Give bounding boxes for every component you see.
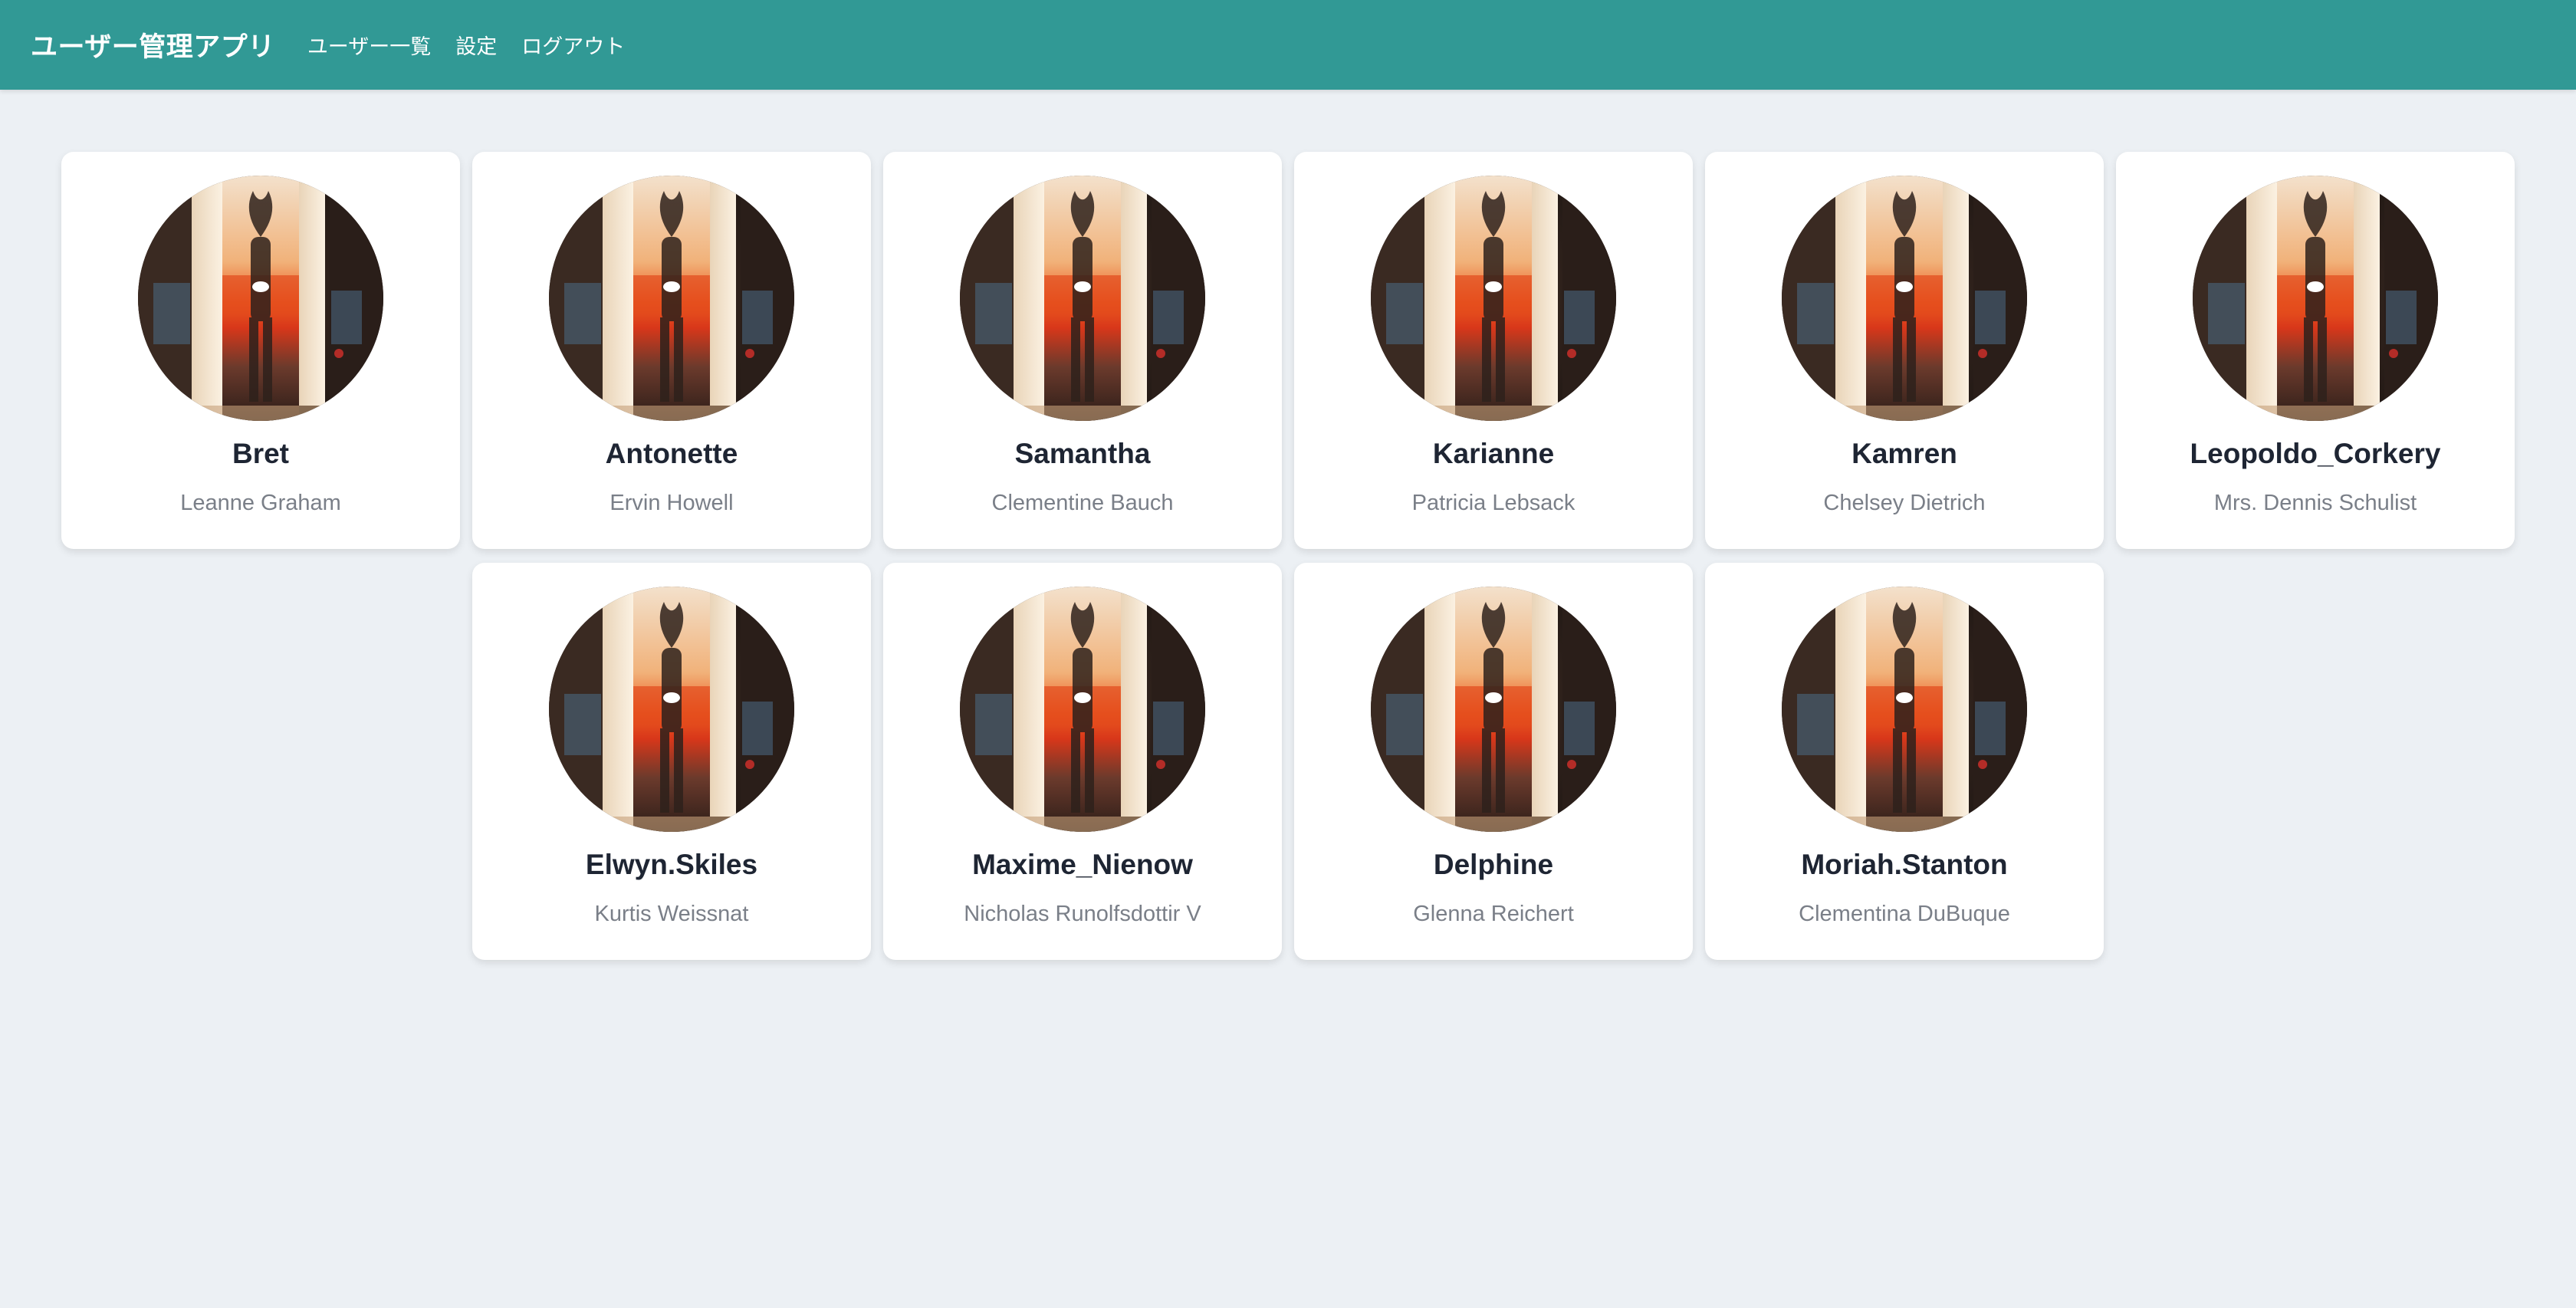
main-nav: ユーザー一覧 設定 ログアウト (307, 30, 649, 60)
user-full-name: Leanne Graham (180, 491, 341, 515)
user-full-name: Nicholas Runolfsdottir V (964, 902, 1201, 926)
nav-user-list[interactable]: ユーザー一覧 (307, 30, 431, 60)
user-full-name: Clementina DuBuque (1799, 902, 2010, 926)
app-title: ユーザー管理アプリ (31, 32, 275, 63)
avatar (1782, 176, 2027, 421)
user-card[interactable]: Moriah.Stanton Clementina DuBuque (1705, 563, 2104, 960)
user-card[interactable]: Bret Leanne Graham (61, 152, 460, 549)
user-username: Karianne (1432, 438, 1555, 469)
user-full-name: Patricia Lebsack (1411, 491, 1576, 515)
user-full-name: Clementine Bauch (991, 491, 1174, 515)
user-full-name: Chelsey Dietrich (1823, 491, 1986, 515)
avatar (2193, 176, 2438, 421)
app-header: ユーザー管理アプリ ユーザー一覧 設定 ログアウト (0, 0, 2576, 90)
user-username: Delphine (1433, 849, 1554, 880)
user-card[interactable]: Elwyn.Skiles Kurtis Weissnat (472, 563, 871, 960)
avatar (960, 176, 1205, 421)
user-card[interactable]: Maxime_Nienow Nicholas Runolfsdottir V (883, 563, 1282, 960)
user-card[interactable]: Kamren Chelsey Dietrich (1705, 152, 2104, 549)
user-username: Moriah.Stanton (1801, 849, 2008, 880)
avatar (1782, 587, 2027, 832)
user-card[interactable]: Antonette Ervin Howell (472, 152, 871, 549)
avatar (138, 176, 383, 421)
user-full-name: Ervin Howell (610, 491, 734, 515)
user-card[interactable]: Karianne Patricia Lebsack (1294, 152, 1693, 549)
nav-settings[interactable]: 設定 (455, 30, 497, 60)
user-username: Maxime_Nienow (972, 849, 1193, 880)
user-card[interactable]: Delphine Glenna Reichert (1294, 563, 1693, 960)
user-full-name: Mrs. Dennis Schulist (2213, 491, 2417, 515)
user-card[interactable]: Leopoldo_Corkery Mrs. Dennis Schulist (2116, 152, 2515, 549)
user-username: Kamren (1852, 438, 1957, 469)
avatar (549, 587, 794, 832)
user-username: Bret (232, 438, 290, 469)
avatar (1371, 587, 1616, 832)
avatar (1371, 176, 1616, 421)
user-full-name: Glenna Reichert (1413, 902, 1574, 926)
user-username: Samantha (1014, 438, 1151, 469)
user-username: Elwyn.Skiles (585, 849, 758, 880)
nav-logout[interactable]: ログアウト (521, 30, 625, 60)
user-username: Leopoldo_Corkery (2190, 438, 2441, 469)
user-full-name: Kurtis Weissnat (594, 902, 749, 926)
avatar (960, 587, 1205, 832)
user-username: Antonette (605, 438, 738, 469)
avatar (549, 176, 794, 421)
user-card[interactable]: Samantha Clementine Bauch (883, 152, 1282, 549)
